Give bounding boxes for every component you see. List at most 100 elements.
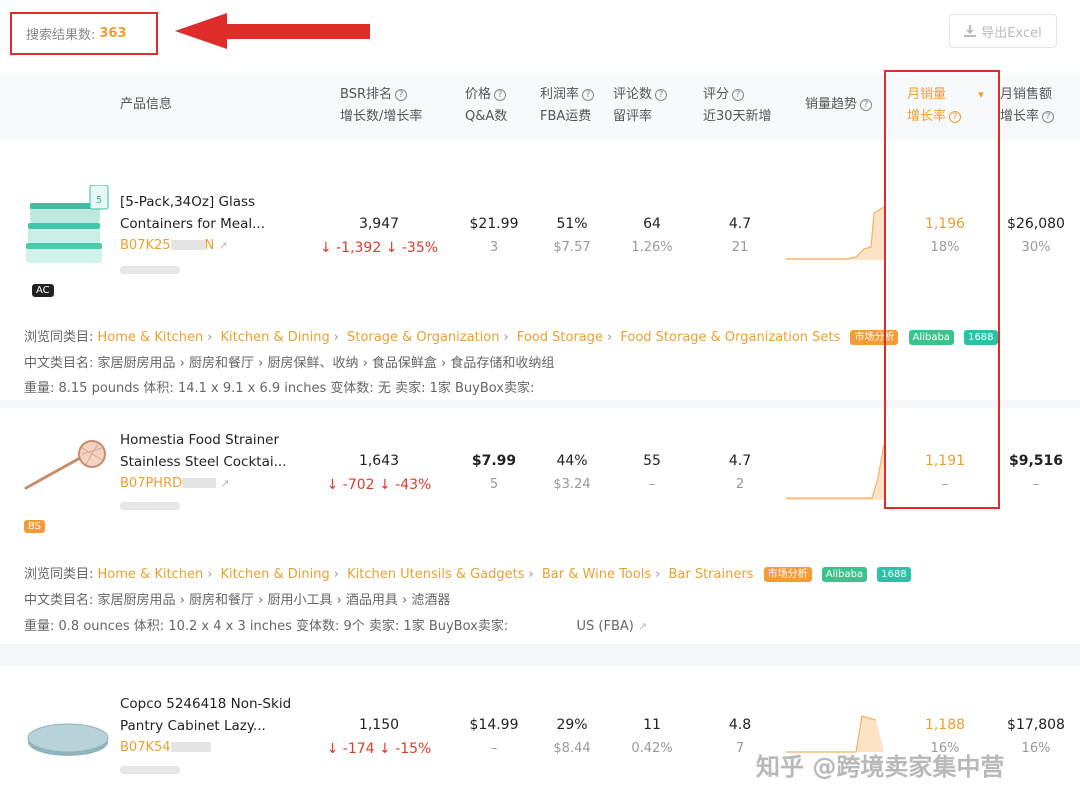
- bsr-change: ↓ -1,392 ↓ -35%: [319, 240, 439, 256]
- external-link-icon[interactable]: ↗: [218, 239, 227, 252]
- header-profit-sub: FBA运费: [540, 109, 592, 124]
- qa-count: 3: [489, 240, 499, 255]
- fba-fee: $3.24: [553, 477, 591, 492]
- header-monthly-sales-label: 月销量: [907, 87, 947, 102]
- price-value: $7.99: [471, 453, 517, 469]
- product-title[interactable]: [5-Pack,34Oz] Glass Containers for Meal.…: [120, 191, 310, 235]
- asin-link[interactable]: B07PHRD ↗: [120, 476, 229, 491]
- external-link-icon[interactable]: ↗: [638, 620, 647, 633]
- header-rating-label: 评分: [703, 87, 730, 102]
- header-profit[interactable]: 利润率? FBA运费: [540, 84, 595, 128]
- review-rate: –: [648, 477, 656, 492]
- review-count: 55: [643, 453, 661, 469]
- browse-categories: 浏览同类目: Home & Kitchen › Kitchen & Dining ›…: [24, 326, 998, 345]
- header-reviews[interactable]: 评论数? 留评率: [613, 84, 668, 128]
- header-monthly-sales[interactable]: 月销量 ▾ 增长率?: [907, 84, 984, 128]
- fba-fee: $8.44: [553, 741, 591, 756]
- browse-label: 浏览同类目:: [24, 330, 94, 345]
- category-link[interactable]: Bar Strainers: [668, 567, 753, 582]
- header-sales-trend[interactable]: 销量趋势?: [805, 94, 873, 116]
- header-bsr[interactable]: BSR排名? 增长数/增长率: [340, 84, 422, 128]
- annotation-arrow-icon: [175, 13, 370, 49]
- monthly-revenue: $26,080: [1007, 216, 1065, 232]
- review-count: 64: [643, 216, 661, 232]
- help-icon[interactable]: ?: [860, 99, 873, 111]
- blurred-brand: [120, 502, 180, 510]
- revenue-growth: –: [1032, 477, 1040, 492]
- export-excel-button[interactable]: 导出Excel: [949, 14, 1057, 48]
- header-rating-sub: 近30天新增: [703, 109, 772, 124]
- help-icon[interactable]: ?: [949, 111, 962, 123]
- buybox-seller[interactable]: US (FBA): [577, 619, 634, 634]
- result-count-value: 363: [99, 26, 127, 41]
- header-profit-label: 利润率: [540, 87, 580, 102]
- sales-trend-sparkline[interactable]: [786, 205, 884, 260]
- ac-badge: AC: [32, 284, 54, 297]
- alibaba-tag[interactable]: Alibaba: [821, 567, 868, 582]
- category-link[interactable]: Food Storage & Organization Sets: [620, 330, 840, 345]
- product-image-lazy-susan[interactable]: [26, 718, 110, 758]
- sort-desc-icon[interactable]: ▾: [978, 88, 984, 101]
- help-icon[interactable]: ?: [1042, 111, 1055, 123]
- price-value: $14.99: [469, 717, 519, 733]
- category-link[interactable]: Home & Kitchen: [98, 567, 204, 582]
- table-header: 产品信息 BSR排名? 增长数/增长率 价格? Q&A数 利润率? FBA运费 …: [0, 74, 1080, 140]
- product-specs: 重量: 8.15 pounds 体积: 14.1 x 9.1 x 6.9 inc…: [24, 377, 534, 396]
- 1688-tag[interactable]: 1688: [877, 567, 911, 582]
- profit-rate: 29%: [556, 717, 588, 733]
- help-icon[interactable]: ?: [394, 89, 407, 101]
- header-monthly-sales-sub: 增长率: [907, 109, 947, 124]
- category-link[interactable]: Kitchen & Dining: [221, 330, 330, 345]
- header-monthly-revenue-sub: 增长率: [1000, 109, 1040, 124]
- rating-value: 4.7: [728, 216, 752, 232]
- row-divider: [0, 400, 1080, 408]
- external-link-icon[interactable]: ↗: [220, 477, 229, 490]
- bsr-value: 1,643: [358, 453, 400, 469]
- market-analysis-tag[interactable]: 市场分析: [850, 330, 899, 345]
- product-image-strainer[interactable]: [24, 440, 108, 492]
- header-product-info: 产品信息: [120, 97, 173, 112]
- header-reviews-sub: 留评率: [613, 109, 653, 124]
- asin-link[interactable]: B07K54: [120, 740, 211, 755]
- result-count-label: 搜索结果数:: [26, 28, 96, 43]
- browse-label: 浏览同类目:: [24, 567, 94, 582]
- header-monthly-revenue[interactable]: 月销售额 增长率?: [1000, 84, 1055, 128]
- alibaba-tag[interactable]: Alibaba: [908, 330, 954, 345]
- cn-category-path: 家居厨房用品 › 厨房和餐厅 › 厨房保鲜、收纳 › 食品保鲜盒 › 食品存储和…: [97, 356, 555, 371]
- blurred-brand: [120, 266, 180, 274]
- result-count-box: 搜索结果数: 363: [10, 12, 158, 55]
- qa-count: –: [490, 741, 498, 756]
- table-row: Copco 5246418 Non-Skid Pantry Cabinet La…: [0, 676, 1080, 810]
- bsr-value: 1,150: [358, 717, 400, 733]
- cn-label: 中文类目名:: [24, 356, 94, 371]
- product-research-page: 搜索结果数: 363 导出Excel 产品信息 BSR排名? 增长数/增长率 价…: [0, 0, 1080, 810]
- market-analysis-tag[interactable]: 市场分析: [763, 567, 812, 582]
- bsr-value: 3,947: [358, 216, 400, 232]
- product-title[interactable]: Copco 5246418 Non-Skid Pantry Cabinet La…: [120, 693, 310, 737]
- asin-link[interactable]: B07K25 N ↗: [120, 238, 228, 253]
- help-icon[interactable]: ?: [732, 89, 745, 101]
- monthly-sales: 1,188: [924, 717, 966, 733]
- qa-count: 5: [489, 477, 499, 492]
- header-rating[interactable]: 评分? 近30天新增: [703, 84, 772, 128]
- category-link[interactable]: Bar & Wine Tools: [542, 567, 651, 582]
- cn-category-path: 家居厨房用品 › 厨房和餐厅 › 厨用小工具 › 酒品用具 › 滤酒器: [97, 593, 451, 608]
- product-title[interactable]: Homestia Food Strainer Stainless Steel C…: [120, 429, 310, 473]
- 1688-tag[interactable]: 1688: [964, 330, 998, 345]
- sales-trend-sparkline[interactable]: [786, 442, 884, 500]
- category-link[interactable]: Food Storage: [517, 330, 603, 345]
- header-price[interactable]: 价格? Q&A数: [465, 84, 507, 128]
- help-icon[interactable]: ?: [494, 89, 507, 101]
- category-link[interactable]: Kitchen & Dining: [221, 567, 330, 582]
- review-count: 11: [643, 717, 661, 733]
- help-icon[interactable]: ?: [582, 89, 595, 101]
- help-icon[interactable]: ?: [655, 89, 668, 101]
- export-excel-label: 导出Excel: [981, 25, 1042, 41]
- review-rate: 0.42%: [631, 741, 673, 756]
- category-link[interactable]: Kitchen Utensils & Gadgets: [347, 567, 524, 582]
- header-reviews-label: 评论数: [613, 87, 653, 102]
- bs-badge: BS: [24, 520, 46, 533]
- category-link[interactable]: Storage & Organization: [347, 330, 499, 345]
- product-image-glass-containers[interactable]: 5: [24, 185, 112, 267]
- category-link[interactable]: Home & Kitchen: [98, 330, 204, 345]
